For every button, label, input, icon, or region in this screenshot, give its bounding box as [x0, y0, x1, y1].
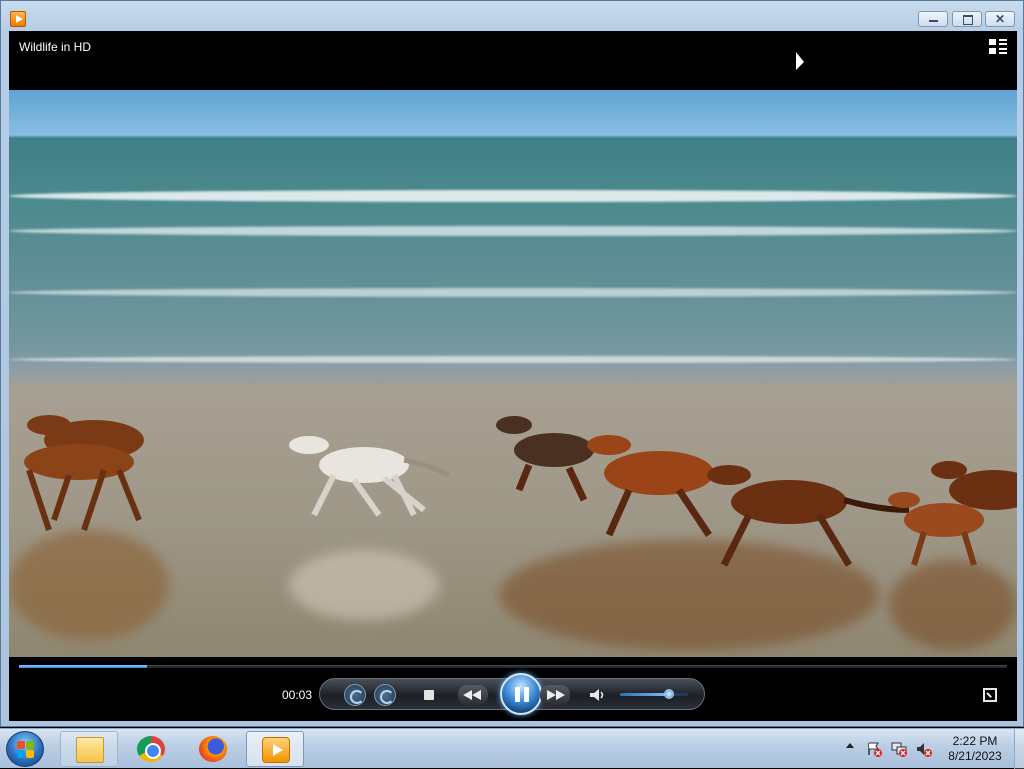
horse-group-center — [496, 416, 910, 567]
previous-button[interactable] — [458, 685, 488, 705]
folder-icon — [76, 737, 104, 763]
show-hidden-icons-chevron-icon[interactable] — [846, 743, 854, 748]
taskbar-windows-explorer[interactable] — [60, 731, 118, 767]
system-clock[interactable]: 2:22 PM 8/21/2023 — [944, 734, 1006, 764]
pause-icon-right — [524, 687, 529, 702]
switch-to-library-button[interactable] — [989, 39, 1007, 55]
seek-bar-progress — [19, 665, 148, 668]
taskbar: 2:22 PM 8/21/2023 — [0, 728, 1024, 769]
fullscreen-button[interactable] — [983, 688, 997, 702]
video-title: Wildlife in HD — [19, 40, 92, 54]
windows-logo-icon — [17, 741, 25, 749]
mute-button[interactable] — [586, 684, 608, 706]
pause-button[interactable] — [500, 673, 542, 715]
video-frame[interactable] — [9, 90, 1017, 657]
chrome-icon — [137, 736, 165, 762]
show-desktop-button[interactable] — [1014, 729, 1024, 769]
media-player-icon[interactable] — [10, 11, 26, 27]
playback-controls — [319, 673, 705, 715]
white-horse — [289, 436, 451, 517]
now-playing-view: Wildlife in HD 00:03 — [9, 31, 1017, 721]
rewind-icon — [463, 690, 472, 700]
clock-date: 8/21/2023 — [948, 749, 1002, 763]
volume-icon[interactable] — [916, 741, 932, 757]
maximize-button[interactable] — [952, 11, 982, 27]
fast-forward-icon — [547, 690, 556, 700]
action-center-icon[interactable] — [866, 741, 882, 757]
firefox-icon — [199, 736, 227, 762]
horse-group-left — [24, 415, 144, 531]
title-bar[interactable]: ✕ — [1, 1, 1023, 31]
start-button[interactable] — [6, 731, 44, 767]
volume-slider[interactable] — [620, 689, 688, 699]
pause-icon-left — [515, 687, 520, 702]
repeat-button[interactable] — [374, 684, 396, 706]
rewind-icon-second — [472, 690, 481, 700]
seek-bar[interactable] — [19, 665, 1007, 668]
taskbar-windows-media-player[interactable] — [246, 731, 304, 767]
volume-slider-thumb[interactable] — [663, 689, 674, 699]
fast-forward-icon-second — [556, 690, 565, 700]
taskbar-google-chrome[interactable] — [122, 731, 180, 767]
shuffle-button[interactable] — [344, 684, 366, 706]
horse-group-right — [888, 461, 1017, 566]
next-button[interactable] — [540, 685, 570, 705]
close-button[interactable]: ✕ — [985, 11, 1015, 27]
mouse-cursor — [796, 52, 804, 70]
network-icon[interactable] — [891, 741, 907, 757]
volume-level — [620, 693, 669, 696]
clock-time: 2:22 PM — [952, 734, 998, 748]
media-player-window: ✕ Wildlife in HD 00:03 — [0, 0, 1024, 727]
speaker-icon — [590, 689, 604, 701]
elapsed-time: 00:03 — [282, 688, 313, 702]
media-player-icon — [262, 737, 290, 763]
minimize-button[interactable] — [918, 11, 948, 27]
taskbar-mozilla-firefox[interactable] — [184, 731, 242, 767]
stop-button[interactable] — [418, 684, 440, 706]
